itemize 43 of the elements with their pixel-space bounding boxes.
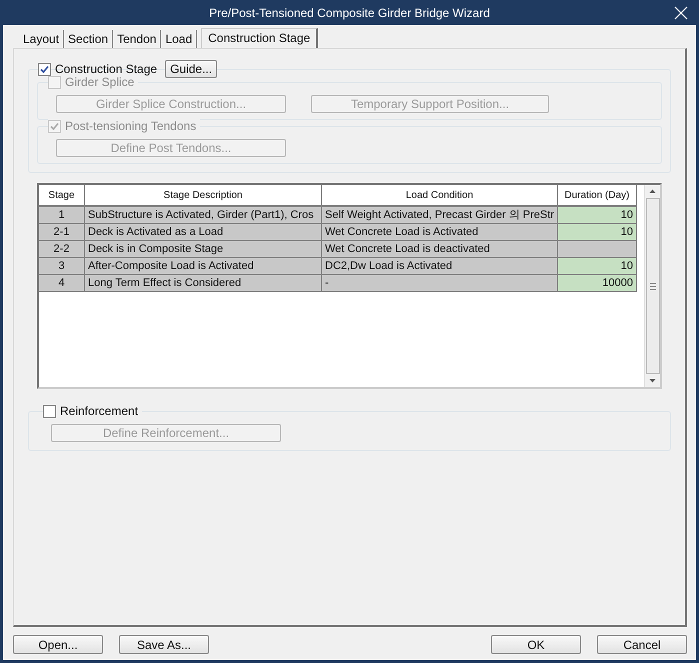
tab[interactable]: Construction Stage: [201, 28, 318, 48]
dialog-button[interactable]: Cancel: [597, 635, 687, 654]
table-cell: 1: [39, 207, 85, 224]
table-cell[interactable]: 10: [558, 258, 637, 275]
table-cell: SubStructure is Activated, Girder (Part1), Cros: [85, 207, 322, 224]
table-cell: 4: [39, 275, 85, 292]
window-title: Pre/Post-Tensioned Composite Girder Bridge Wizard: [209, 6, 490, 20]
checkbox-label: Post-tensioning Tendons: [65, 119, 196, 133]
table-cell: Long Term Effect is Considered: [85, 275, 322, 292]
table-cell: 3: [39, 258, 85, 275]
table-cell: 2-1: [39, 224, 85, 241]
guide-button[interactable]: Guide...: [165, 60, 218, 78]
tab[interactable]: Load: [161, 30, 198, 48]
table-cell[interactable]: 10: [558, 224, 637, 241]
column-header: Stage: [39, 185, 85, 207]
column-header: Duration (Day): [558, 185, 637, 207]
table-cell: Wet Concrete Load is deactivated: [322, 241, 558, 258]
table-cell: -: [322, 275, 558, 292]
column-header: Stage Description: [85, 185, 322, 207]
table-cell: 2-2: [39, 241, 85, 258]
scroll-bar[interactable]: [644, 185, 660, 387]
table-cell[interactable]: 10: [558, 207, 637, 224]
close-icon[interactable]: [674, 6, 688, 20]
dialog-button[interactable]: Save As...: [119, 635, 209, 654]
checkbox-label: Construction Stage: [55, 62, 158, 76]
checkbox[interactable]: [43, 404, 56, 418]
table-cell: Wet Concrete Load is Activated: [322, 224, 558, 241]
table-cell: After-Composite Load is Activated: [85, 258, 322, 275]
dialog-button[interactable]: Open...: [13, 635, 103, 654]
table-cell: Self Weight Activated, Precast Girder 의 PreStr: [322, 207, 558, 224]
checkbox-label: Girder Splice: [65, 75, 134, 89]
table-cell: Deck is in Composite Stage: [85, 241, 322, 258]
column-header: Load Condition: [322, 185, 558, 207]
dialog-button[interactable]: OK: [491, 635, 581, 654]
tab[interactable]: Layout: [19, 30, 64, 48]
checkbox-label: Reinforcement: [60, 404, 138, 418]
table-cell[interactable]: [558, 241, 637, 258]
tab[interactable]: Section: [64, 30, 114, 48]
table-cell[interactable]: 10000: [558, 275, 637, 292]
table-cell: Deck is Activated as a Load: [85, 224, 322, 241]
tab[interactable]: Tendon: [113, 30, 162, 48]
table-cell: DC2,Dw Load is Activated: [322, 258, 558, 275]
checkbox[interactable]: [38, 62, 51, 76]
